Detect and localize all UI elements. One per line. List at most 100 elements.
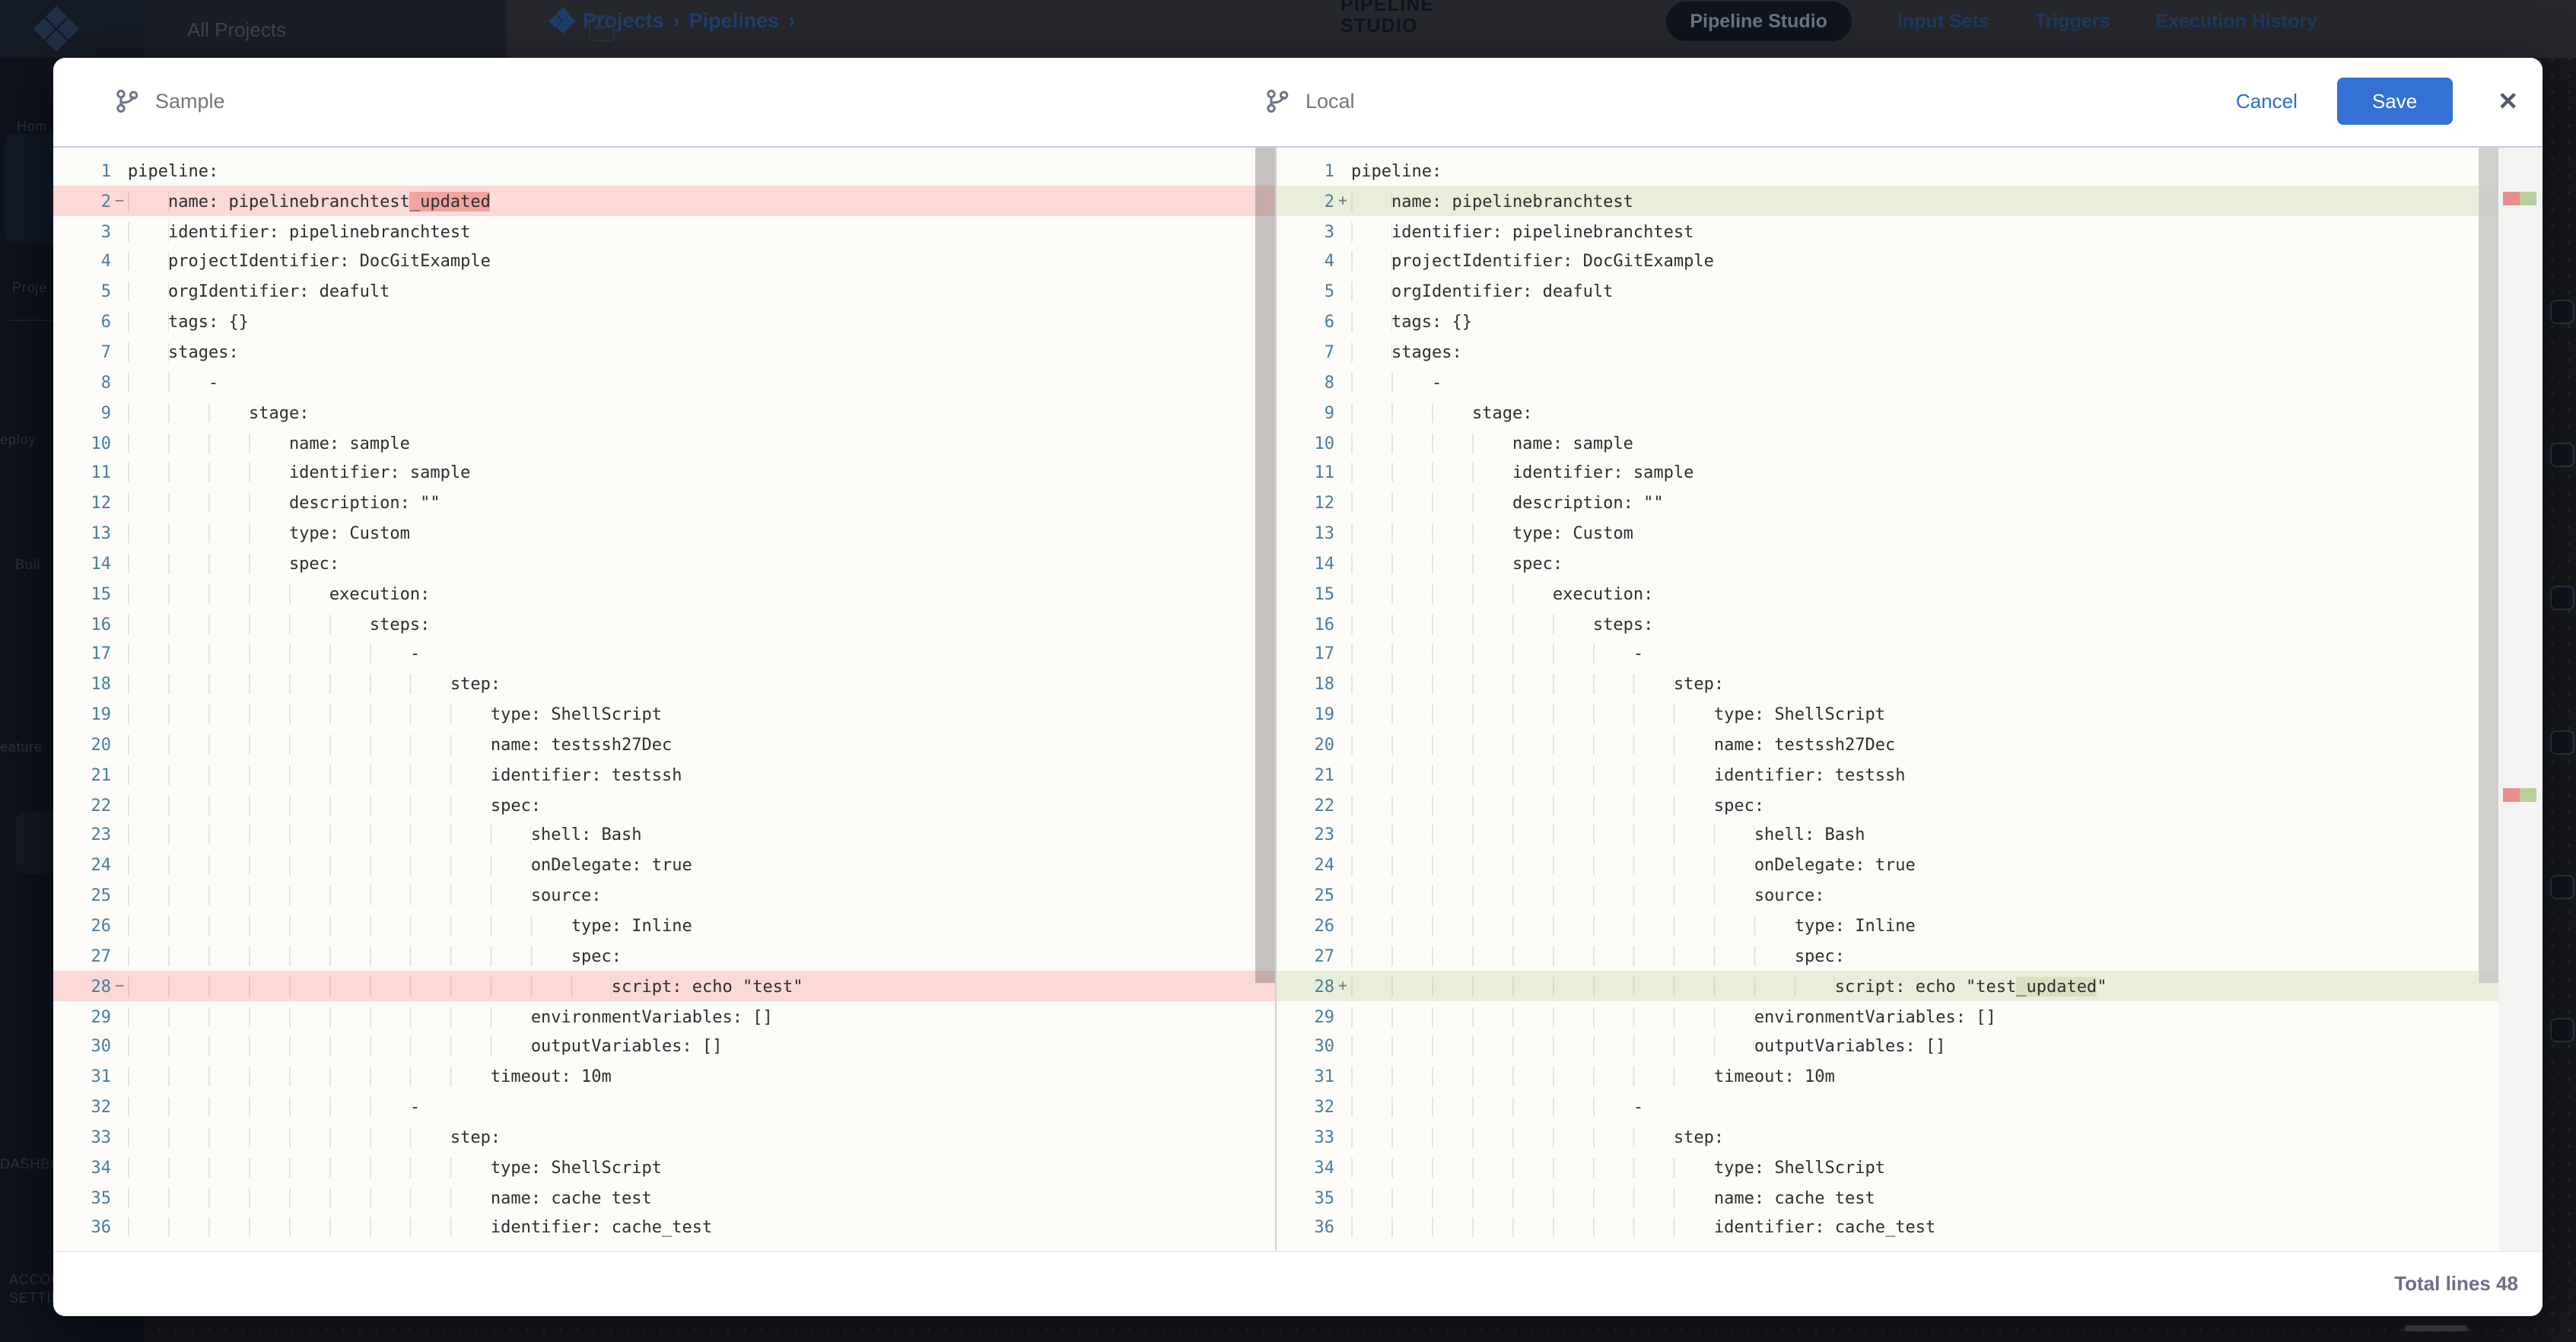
line-number: 35 [53,1188,111,1207]
diff-row: 23 shell: Bash [53,820,1275,851]
code-line: script: echo "test" [128,976,803,996]
diff-row: 25 source: [53,881,1275,911]
code-line: steps: [128,614,430,634]
tab-pipeline-studio[interactable]: Pipeline Studio [1665,1,1852,40]
sidebar-item-label[interactable]: Proje [12,280,47,295]
diff-modal-footer: Total lines 48 [53,1250,2543,1316]
right-rail-icon[interactable] [2550,875,2574,899]
line-number: 8 [1277,373,1334,393]
right-rail-icon[interactable] [2550,300,2574,324]
code-line: name: cache test [1351,1188,1875,1207]
code-line: step: [1351,675,1724,695]
diff-row: 29 environmentVariables: [] [53,1001,1275,1032]
all-projects-label: All Projects [187,17,286,40]
yaml-diff-modal: Sample Local Cancel Save ✕ 1pipeline:2− [53,57,2543,1316]
sidebar-item-label[interactable]: Hom [17,119,47,134]
studio-tabs: Pipeline Studio Input Sets Triggers Exec… [1665,0,2317,41]
diff-row: 24 onDelegate: true [1277,851,2498,881]
sidebar-item-label[interactable]: DASHBO [0,1156,62,1172]
line-number: 20 [53,735,111,755]
diff-row: 1pipeline: [1277,156,2498,186]
diff-ruler-mark-line28 [2503,787,2536,801]
code-line: source: [1351,886,1825,905]
code-line: orgIdentifier: deafult [128,282,390,302]
all-projects-selector[interactable]: All Projects [145,0,507,58]
diff-row: 35 name: cache test [53,1182,1275,1213]
diff-row: 6 tags: {} [1277,307,2498,337]
diff-row: 12 description: "" [53,488,1275,519]
diff-row: 24 onDelegate: true [53,851,1275,881]
diff-change-marker: − [111,193,128,210]
tab-input-sets[interactable]: Input Sets [1897,10,1989,31]
code-line: orgIdentifier: deafult [1351,282,1613,302]
line-number: 24 [53,856,111,876]
line-number: 21 [53,765,111,785]
diff-row: 10 name: sample [53,428,1275,458]
right-rail-icon[interactable] [2550,1018,2574,1042]
diff-row: 15 execution: [53,579,1275,609]
left-scrollbar-thumb[interactable] [1255,147,1274,982]
diff-row: 18 step: [53,669,1275,700]
line-number: 19 [1277,704,1334,724]
sidebar-item-label[interactable]: eploy [0,432,36,447]
diff-row: 16 steps: [1277,609,2498,639]
diff-overview-ruler[interactable] [2498,147,2543,1250]
right-rail-icon[interactable] [2550,586,2574,610]
diff-change-marker: − [111,978,128,994]
code-line: - [128,644,420,664]
inline-diff-highlight: _updated [410,192,491,211]
line-number: 25 [53,886,111,905]
diff-modal-header: Sample Local Cancel Save ✕ [53,57,2543,147]
diff-row: 19 type: ShellScript [1277,699,2498,730]
line-number: 29 [1277,1006,1334,1026]
right-rail-icon[interactable] [2550,730,2574,755]
code-line: pipeline: [1351,161,1442,181]
diff-row: 26 type: Inline [1277,911,2498,941]
diff-row: 6 tags: {} [53,307,1275,337]
line-number: 19 [53,704,111,724]
diff-row: 5 orgIdentifier: deafult [1277,277,2498,307]
sidebar-item-label[interactable]: Buil [15,557,40,572]
line-number: 18 [1277,675,1334,695]
diff-row: 9 stage: [53,398,1275,428]
canvas-scrollbar-dash[interactable] [2404,1325,2468,1331]
code-line: spec: [128,554,339,574]
diff-row: 5 orgIdentifier: deafult [53,277,1275,307]
line-number: 5 [53,282,111,302]
line-number: 11 [1277,463,1334,483]
line-number: 7 [1277,342,1334,362]
cancel-button[interactable]: Cancel [2236,90,2298,113]
right-pane-title: Local [1222,88,1355,114]
diff-row: 26 type: Inline [53,911,1275,941]
line-number: 31 [53,1067,111,1086]
line-number: 14 [1277,554,1334,574]
close-icon[interactable]: ✕ [2498,86,2518,116]
code-line: environmentVariables: [] [128,1006,773,1026]
diff-row: 21 identifier: testssh [53,760,1275,790]
line-number: 32 [1277,1097,1334,1117]
line-number: 15 [1277,584,1334,603]
right-scrollbar-thumb[interactable] [2479,147,2498,982]
line-number: 36 [1277,1218,1334,1238]
save-button[interactable]: Save [2337,78,2452,125]
code-line: outputVariables: [] [128,1037,723,1057]
diff-row: 16 steps: [53,609,1275,639]
diff-row: 19 type: ShellScript [53,699,1275,730]
breadcrumb-pipelines[interactable]: Pipelines [689,9,780,32]
sidebar-item-label[interactable]: eature [0,739,43,755]
diff-row: 1pipeline: [53,156,1275,186]
code-line: identifier: cache_test [1351,1218,1935,1238]
line-number: 7 [53,342,111,362]
diff-row: 32 - [53,1092,1275,1122]
tab-triggers[interactable]: Triggers [2035,10,2110,31]
line-number: 2 [1277,192,1334,211]
right-rail-icon[interactable] [2550,443,2574,467]
code-line: environmentVariables: [] [1351,1006,1996,1026]
diff-change-marker: + [1334,193,1351,210]
diff-row: 22 spec: [53,790,1275,820]
diff-row: 20 name: testssh27Dec [1277,730,2498,760]
line-number: 17 [1277,644,1334,664]
line-number: 12 [53,493,111,513]
line-number: 36 [53,1218,111,1238]
tab-execution-history[interactable]: Execution History [2155,10,2317,31]
